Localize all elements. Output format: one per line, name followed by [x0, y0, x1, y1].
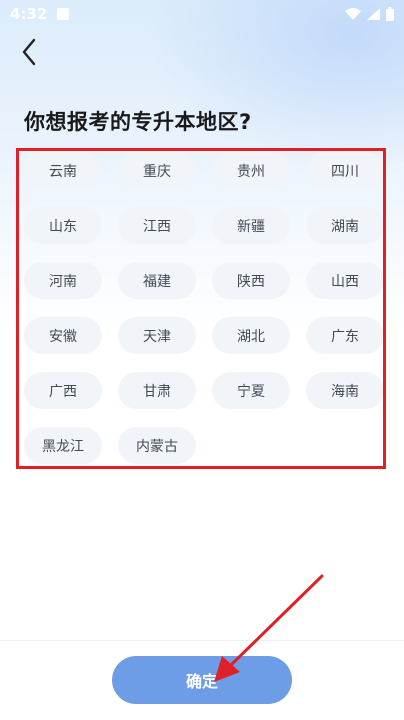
region-chip[interactable]: 海南 [306, 372, 384, 409]
page-title: 你想报考的专升本地区? [24, 110, 252, 134]
region-chip[interactable]: 贵州 [212, 152, 290, 189]
status-icons [345, 7, 394, 21]
region-chip[interactable]: 福建 [118, 262, 196, 299]
signal-icon [367, 8, 380, 20]
region-chip[interactable]: 陕西 [212, 262, 290, 299]
region-chip[interactable]: 甘肃 [118, 372, 196, 409]
status-bar: 4:32 [0, 0, 404, 28]
region-chip[interactable]: 内蒙古 [118, 427, 196, 464]
region-chip[interactable]: 四川 [306, 152, 384, 189]
wifi-icon [345, 8, 361, 20]
notification-icon [57, 8, 70, 20]
battery-icon [386, 7, 394, 21]
region-chip[interactable]: 云南 [24, 152, 102, 189]
region-chip[interactable]: 湖北 [212, 317, 290, 354]
region-chip[interactable]: 宁夏 [212, 372, 290, 409]
region-chip[interactable]: 江西 [118, 207, 196, 244]
region-chip[interactable]: 山东 [24, 207, 102, 244]
region-chip[interactable]: 重庆 [118, 152, 196, 189]
region-chip[interactable]: 新疆 [212, 207, 290, 244]
region-chip[interactable]: 河南 [24, 262, 102, 299]
region-chip[interactable]: 黑龙江 [24, 427, 102, 464]
back-button[interactable] [14, 36, 44, 68]
footer-divider [0, 640, 404, 641]
region-chip[interactable]: 广东 [306, 317, 384, 354]
region-chip[interactable]: 天津 [118, 317, 196, 354]
chevron-left-icon [22, 38, 36, 66]
region-grid: 云南 重庆 贵州 四川 山东 江西 新疆 湖南 河南 福建 陕西 山西 安徽 天… [24, 152, 384, 464]
confirm-button[interactable]: 确定 [112, 656, 292, 704]
region-chip[interactable]: 湖南 [306, 207, 384, 244]
status-time: 4:32 [10, 5, 48, 23]
region-chip[interactable]: 安徽 [24, 317, 102, 354]
region-chip[interactable]: 广西 [24, 372, 102, 409]
region-chip[interactable]: 山西 [306, 262, 384, 299]
